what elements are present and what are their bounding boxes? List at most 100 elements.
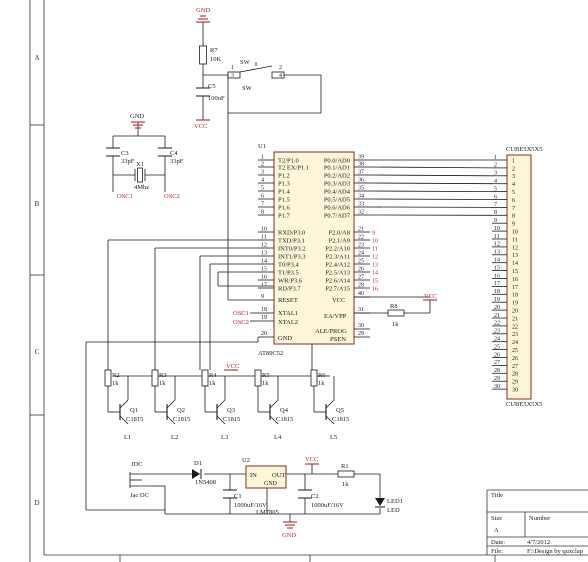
file-label: File:	[491, 548, 503, 555]
u1-pin-name: P2.2/A10	[325, 246, 350, 253]
u1-pin-num: 29	[358, 331, 364, 337]
u1-pin-num: 13	[261, 251, 267, 257]
driver-3: R41k Q3 C1815 L3	[201, 369, 240, 441]
r1-value: 1k	[342, 481, 349, 488]
driver-4: R51k Q4 C1815 L4	[254, 369, 293, 441]
u1-pin-name: P0.6/AD6	[324, 205, 351, 212]
cube-pin-num-left: 26	[494, 352, 500, 358]
port-wire	[369, 174, 493, 177]
date-label: Date:	[491, 539, 505, 546]
u1-pin-name: TXD/P3.1	[278, 238, 305, 245]
u1-pin-name: P0.4/AD4	[324, 189, 351, 196]
driver-resistor	[104, 369, 112, 387]
c3-ref: C3	[121, 150, 129, 157]
layer-line-label: L1	[124, 434, 131, 441]
cube-pin-label: 16	[512, 277, 518, 283]
u1-pin-name: P2.1/A9	[329, 238, 351, 245]
r8-ref: R8	[390, 303, 398, 310]
u2-part: LM7805	[256, 509, 279, 516]
cube-pin-num-left: 4	[494, 179, 497, 185]
frame-row-c: C	[35, 348, 40, 356]
cube-pin-label: 15	[512, 269, 518, 275]
u1-pin-num: 33	[358, 202, 364, 208]
frame-row-d: D	[34, 499, 39, 507]
driver-2: R31k Q2 C1815 L2	[151, 369, 190, 441]
cube-pin-num-left: 28	[494, 368, 500, 374]
c1-value: 1000uF/16V	[234, 502, 267, 509]
c2-ref: C2	[311, 493, 319, 500]
cube-pin-label: 25	[512, 348, 518, 354]
driver-resistor	[254, 369, 262, 387]
cube-pin-num-left: 16	[494, 273, 500, 279]
layer-line-label: L5	[330, 434, 337, 441]
u1-pin-name: P0.1/AD1	[324, 165, 350, 172]
c5-value: 100uF	[208, 95, 225, 102]
cube-pin-label: 20	[512, 309, 518, 315]
transistor-value: C1815	[126, 416, 143, 423]
d1-value: 1N5408	[195, 479, 216, 486]
u1-pin-num: 34	[358, 194, 364, 200]
number-label: Number	[529, 515, 551, 522]
reset-circuit: GND R7 10K SW SW 1 2 3 4 C5 100uF VCC	[194, 7, 285, 130]
cube-connector: CUBE5X5X5 CUBE5X5X5 11223344556677889910…	[369, 146, 542, 408]
port-wire	[369, 198, 493, 200]
u2-ref: U2	[242, 457, 250, 464]
r1-resistor	[337, 470, 355, 478]
cube-pin-num-left: 22	[494, 321, 500, 327]
u1-pin-num: 22	[358, 235, 364, 241]
cube-pin-num-left: 12	[494, 242, 500, 248]
port-wire	[369, 182, 493, 185]
power-vcc-label: VCC	[305, 456, 318, 463]
u1-pin-num: 23	[358, 243, 364, 249]
frame-row-b: B	[35, 200, 40, 208]
u1-pin-name: P2.0/A8	[329, 230, 351, 237]
cube-pin-label: 8	[512, 214, 515, 220]
cube-pin-label: 14	[512, 261, 518, 267]
cube-pin-label: 23	[512, 332, 518, 338]
u1-pin-num: 14	[261, 259, 267, 265]
sw-pin-1: 1	[231, 65, 234, 71]
u1-net-label: 11	[372, 247, 378, 253]
cube-pin-label: 27	[512, 364, 518, 370]
cube-pin-label: 19	[512, 301, 518, 307]
oscillator-circuit: GND C3 33pF C4 33pF X1 4Mhz OSC1 OSC2	[106, 113, 184, 200]
u1-pin-name: XTAL2	[278, 319, 298, 326]
cube-pin-num-left: 6	[494, 194, 497, 200]
file-value: F:\Design by quxclap	[527, 548, 583, 555]
size-label: Size	[491, 515, 502, 522]
cube-pin-num-left: 11	[494, 234, 500, 240]
u1-pin-num: 26	[358, 267, 364, 273]
jdc-value: Jac DC	[130, 492, 149, 499]
u1-pin-num: 24	[358, 251, 364, 257]
cube-pin-label: 22	[512, 324, 518, 330]
driver-resistor	[151, 369, 159, 387]
cube-pin-num-left: 24	[494, 337, 500, 343]
driver-resistor-value: 1k	[209, 380, 216, 387]
u1-pin-num: 37	[358, 170, 364, 176]
push-switch	[227, 62, 285, 79]
u1-microcontroller: U1 AT89C52 1 T2/P1.0 2 T2 EX/P1.1 3 P1.2 4 P1.3…	[233, 143, 378, 357]
transistor-collector	[119, 399, 129, 409]
port-wire	[369, 190, 493, 193]
cube-pin-num-left: 5	[494, 186, 497, 192]
u1-pin-name: T2 EX/P1.1	[278, 165, 309, 172]
cube-pin-label: 21	[512, 316, 518, 322]
sw-ref: SW	[240, 59, 251, 66]
u1-pin-name: P2.5/A13	[325, 270, 350, 277]
c2-value: 1000uF/16V	[311, 502, 344, 509]
u1-net-label: 10	[372, 239, 378, 245]
u1-pin-num: 16	[261, 275, 267, 281]
sw-pin-4: 4	[279, 73, 282, 79]
u1-pin-name: P0.2/AD2	[324, 173, 350, 180]
port-wire	[369, 166, 493, 169]
led1-value: LED	[387, 507, 400, 514]
cube-pin-num-left: 20	[494, 305, 500, 311]
u1-pin-num: 5	[261, 186, 264, 192]
u1-pin-name: WR/P3.6	[278, 278, 303, 285]
c4-value: 33pF	[170, 158, 184, 165]
driver-resistor-ref: R4	[209, 372, 217, 379]
transistor-collector	[216, 399, 226, 409]
u2-gnd: GND	[264, 481, 278, 487]
u1-pin-num: 15	[261, 267, 267, 273]
cube-pin-num-left: 25	[494, 344, 500, 350]
